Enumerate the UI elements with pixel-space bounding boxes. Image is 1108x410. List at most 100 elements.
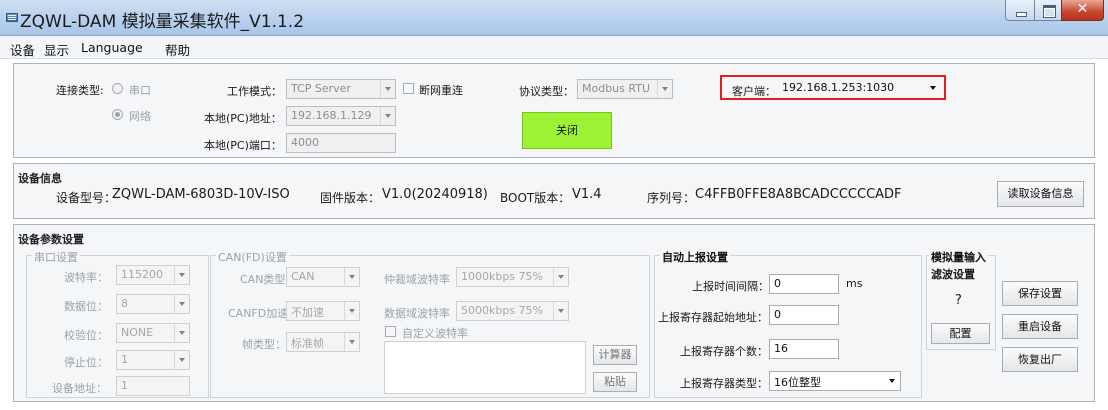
device-addr-label: 设备地址： — [52, 382, 107, 395]
firmware-value: V1.0(20240918) — [382, 187, 488, 202]
canfd-accel-select[interactable]: 不加速 — [286, 301, 360, 321]
data-baud-value: 5000kbps 75% — [461, 304, 544, 317]
protocol-select[interactable]: Modbus RTU — [577, 79, 673, 99]
custom-baud-checkbox[interactable] — [385, 326, 396, 337]
report-interval-unit: ms — [846, 277, 863, 290]
arb-baud-value: 1000kbps 75% — [461, 270, 544, 283]
client-select[interactable]: 192.168.1.253:1030 — [778, 79, 941, 99]
radio-serial-label: 串口 — [129, 84, 151, 97]
window-title: ZQWL-DAM 模拟量采集软件_V1.1.2 — [20, 12, 305, 32]
canfd-accel-value: 不加速 — [291, 306, 324, 319]
close-connection-button[interactable]: 关闭 — [522, 112, 612, 149]
chevron-down-icon — [174, 351, 189, 369]
chevron-down-icon — [380, 80, 395, 98]
chevron-down-icon — [926, 79, 941, 97]
filter-value: ? — [955, 293, 962, 308]
frame-type-label: 帧类型： — [242, 338, 286, 351]
device-info-title: 设备信息 — [18, 172, 62, 185]
device-addr-input[interactable]: 1 — [116, 376, 190, 396]
device-params-panel: 设备参数设置 串口设置 波特率： 115200 数据位： 8 校验位： NONE… — [13, 224, 1095, 402]
client-label: 客户端： — [732, 85, 776, 98]
reconnect-checkbox[interactable] — [403, 83, 414, 94]
radio-network-label: 网络 — [129, 110, 151, 123]
close-icon: ✕ — [1076, 1, 1089, 17]
frame-type-select[interactable]: 标准帧 — [286, 332, 360, 352]
chevron-down-icon — [344, 302, 359, 320]
menu-display[interactable]: 显示 — [44, 40, 69, 59]
device-params-title: 设备参数设置 — [18, 233, 84, 246]
local-ip-label: 本地(PC)地址： — [204, 112, 282, 125]
baud-select[interactable]: 115200 — [116, 265, 190, 285]
report-start-input[interactable]: 0 — [769, 305, 839, 325]
report-interval-input[interactable]: 0 — [769, 274, 839, 294]
restart-device-button[interactable]: 重启设备 — [1002, 314, 1078, 339]
maximize-button[interactable] — [1034, 0, 1062, 21]
connection-panel: 连接类型: 串口 网络 工作模式： TCP Server 断网重连 本地(PC)… — [13, 63, 1095, 158]
save-settings-button[interactable]: 保存设置 — [1002, 281, 1078, 306]
connection-type-label: 连接类型: — [56, 84, 104, 97]
work-mode-select[interactable]: TCP Server — [286, 79, 396, 99]
baud-value: 115200 — [121, 268, 163, 281]
title-bar[interactable]: ZQWL-DAM 模拟量采集软件_V1.1.2 ✕ — [0, 0, 1108, 36]
calculator-button[interactable]: 计算器 — [593, 345, 637, 365]
report-count-input[interactable]: 16 — [769, 339, 839, 359]
minimize-button[interactable] — [1005, 0, 1035, 21]
menu-device[interactable]: 设备 — [10, 40, 35, 59]
databits-label: 数据位： — [64, 300, 108, 313]
boot-label: BOOT版本： — [500, 191, 571, 205]
client-value: 192.168.1.253:1030 — [782, 81, 895, 94]
parity-value: NONE — [121, 326, 154, 339]
report-start-label: 上报寄存器起始地址： — [658, 311, 768, 324]
read-device-info-button[interactable]: 读取设备信息 — [997, 181, 1084, 207]
local-ip-select[interactable]: 192.168.1.129 — [286, 106, 396, 126]
close-window-button[interactable]: ✕ — [1061, 0, 1104, 21]
serial-settings-title: 串口设置 — [32, 249, 80, 265]
stopbits-select[interactable]: 1 — [116, 350, 190, 370]
chevron-down-icon — [553, 302, 568, 320]
parity-select[interactable]: NONE — [116, 323, 190, 343]
chevron-down-icon — [885, 372, 900, 390]
data-baud-select[interactable]: 5000kbps 75% — [456, 301, 569, 321]
auto-report-title: 自动上报设置 — [660, 249, 730, 265]
work-mode-value: TCP Server — [291, 82, 351, 95]
model-value: ZQWL-DAM-6803D-10V-ISO — [112, 187, 290, 202]
menu-bar: 设备 显示 Language 帮助 — [0, 36, 1108, 59]
can-settings-title: CAN(FD)设置 — [216, 249, 289, 265]
custom-baud-textarea[interactable] — [384, 341, 586, 394]
chevron-down-icon — [553, 268, 568, 286]
filter-config-button[interactable]: 配置 — [931, 323, 990, 344]
chevron-down-icon — [344, 333, 359, 351]
report-count-label: 上报寄存器个数： — [680, 345, 768, 358]
local-port-label: 本地(PC)端口： — [204, 139, 282, 152]
model-label: 设备型号： — [56, 191, 117, 205]
protocol-value: Modbus RTU — [582, 82, 650, 95]
local-ip-value: 192.168.1.129 — [291, 109, 372, 122]
menu-language[interactable]: Language — [81, 40, 143, 55]
filter-title-line1: 模拟量输入 — [929, 249, 988, 265]
local-port-input[interactable]: 4000 — [286, 133, 396, 153]
chevron-down-icon — [174, 266, 189, 284]
arb-baud-select[interactable]: 1000kbps 75% — [456, 267, 569, 287]
boot-value: V1.4 — [572, 187, 602, 202]
report-type-value: 16位整型 — [774, 376, 821, 389]
stopbits-value: 1 — [121, 353, 128, 366]
chevron-down-icon — [380, 107, 395, 125]
device-info-panel: 设备信息 设备型号： ZQWL-DAM-6803D-10V-ISO 固件版本： … — [13, 163, 1095, 219]
parity-label: 校验位： — [64, 329, 108, 342]
factory-reset-button[interactable]: 恢复出厂 — [1002, 347, 1078, 372]
can-type-select[interactable]: CAN — [286, 267, 360, 287]
paste-button[interactable]: 粘贴 — [593, 372, 637, 392]
chevron-down-icon — [174, 324, 189, 342]
menu-help[interactable]: 帮助 — [165, 40, 190, 59]
databits-select[interactable]: 8 — [116, 294, 190, 314]
data-baud-label: 数据域波特率 — [384, 307, 450, 320]
report-interval-label: 上报时间间隔： — [692, 280, 769, 293]
report-type-select[interactable]: 16位整型 — [769, 371, 901, 391]
frame-type-value: 标准帧 — [291, 337, 324, 350]
firmware-label: 固件版本： — [320, 191, 381, 205]
radio-serial[interactable] — [112, 83, 123, 94]
chevron-down-icon — [657, 80, 672, 98]
app-icon — [6, 13, 18, 22]
report-type-label: 上报寄存器类型： — [680, 377, 768, 390]
radio-network[interactable] — [112, 109, 123, 120]
